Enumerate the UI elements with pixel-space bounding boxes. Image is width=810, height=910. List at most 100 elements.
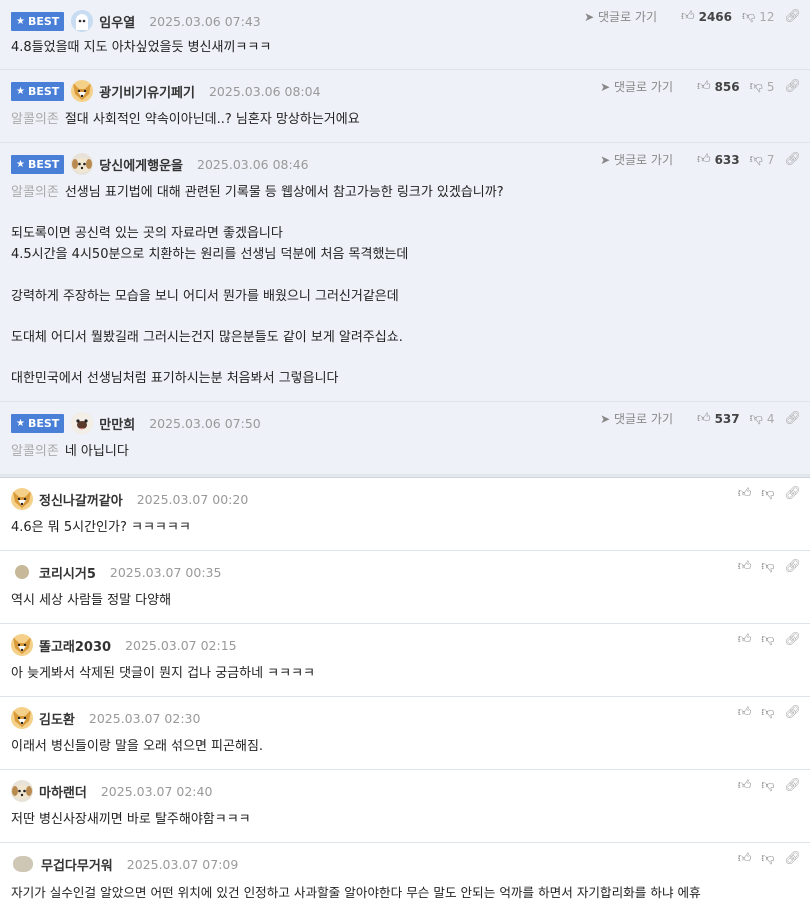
like-button[interactable]: 👍︎ bbox=[738, 851, 752, 866]
like-button[interactable]: 👍︎ bbox=[738, 778, 752, 793]
dog-avatar-icon bbox=[73, 83, 92, 100]
link-icon: 🔗︎ bbox=[784, 778, 801, 793]
dislike-button[interactable]: 👎︎ 5 bbox=[750, 79, 775, 94]
like-button[interactable]: 👍︎ bbox=[738, 632, 752, 647]
dog-avatar-icon bbox=[13, 637, 31, 654]
avatar[interactable] bbox=[11, 634, 33, 656]
best-badge: ★ BEST bbox=[11, 11, 65, 31]
thumbs-down-icon: 👎︎ bbox=[761, 705, 775, 720]
nickname[interactable]: 광기비기유기페기 bbox=[99, 82, 195, 101]
link-icon: 🔗︎ bbox=[784, 79, 801, 94]
link-button[interactable]: 🔗︎ bbox=[784, 559, 801, 574]
star-icon: ★ bbox=[16, 15, 25, 27]
dislike-button[interactable]: 👎︎ bbox=[761, 705, 774, 720]
like-button[interactable]: 👍︎ 2466 bbox=[681, 9, 732, 24]
link-icon: 🔗︎ bbox=[784, 851, 801, 866]
thumbs-up-icon: 👍︎ bbox=[737, 778, 752, 793]
avatar[interactable] bbox=[11, 488, 33, 510]
link-icon: 🔗︎ bbox=[784, 632, 801, 647]
nickname[interactable]: 당신에게행운을 bbox=[99, 155, 183, 174]
avatar[interactable] bbox=[15, 565, 29, 579]
nickname[interactable]: 김도환 bbox=[39, 709, 75, 728]
avatar[interactable] bbox=[71, 80, 94, 102]
avatar[interactable] bbox=[71, 153, 94, 175]
thumbs-up-icon: 👍︎ bbox=[737, 559, 752, 574]
nickname[interactable]: 정신나갈꺼같아 bbox=[39, 490, 123, 509]
reply-link[interactable]: ➤ 댓글로 가기 bbox=[584, 8, 657, 25]
thumbs-up-icon: 👍︎ bbox=[681, 9, 695, 24]
like-button[interactable]: 👍︎ 633 bbox=[697, 152, 740, 167]
avatar[interactable] bbox=[71, 10, 94, 32]
dislike-button[interactable]: 👎︎ bbox=[761, 632, 774, 647]
like-button[interactable]: 👍︎ bbox=[738, 486, 752, 501]
reply-link[interactable]: ➤ 댓글로 가기 bbox=[600, 151, 673, 168]
link-icon: 🔗︎ bbox=[784, 9, 801, 24]
like-button[interactable]: 👍︎ 537 bbox=[697, 411, 740, 426]
dislike-count: 5 bbox=[766, 79, 775, 94]
like-button[interactable]: 👍︎ 856 bbox=[697, 79, 740, 94]
link-icon: 🔗︎ bbox=[784, 559, 801, 574]
dislike-count: 7 bbox=[766, 152, 775, 167]
dislike-button[interactable]: 👎︎ 12 bbox=[742, 9, 774, 24]
avatar[interactable] bbox=[11, 707, 33, 729]
link-button[interactable]: 🔗︎ bbox=[784, 9, 801, 24]
link-button[interactable]: 🔗︎ bbox=[784, 411, 801, 426]
like-button[interactable]: 👍︎ bbox=[738, 559, 752, 574]
best-badge: ★ BEST bbox=[11, 154, 65, 174]
thumbs-down-icon: 👎︎ bbox=[749, 79, 763, 94]
nickname[interactable]: 만만희 bbox=[99, 414, 135, 433]
avatar[interactable] bbox=[71, 412, 94, 434]
dislike-button[interactable]: 👎︎ bbox=[761, 851, 774, 866]
comment: 코리시거5 2025.03.07 00:35 👍︎ 👎︎ 🔗︎ 역시 세상 사람… bbox=[0, 551, 810, 624]
thumbs-up-icon: 👍︎ bbox=[737, 632, 752, 647]
dislike-button[interactable]: 👎︎ bbox=[761, 559, 774, 574]
link-button[interactable]: 🔗︎ bbox=[784, 705, 801, 720]
dislike-button[interactable]: 👎︎ bbox=[761, 486, 774, 501]
nickname[interactable]: 임우열 bbox=[99, 12, 135, 31]
send-icon: ➤ bbox=[600, 412, 611, 426]
reply-label: 댓글로 가기 bbox=[613, 153, 673, 167]
thumbs-down-icon: 👎︎ bbox=[749, 152, 763, 167]
ghost-avatar-icon bbox=[71, 10, 94, 32]
link-button[interactable]: 🔗︎ bbox=[784, 632, 801, 647]
comment-text: 자기가 실수인걸 알았으면 어떤 위치에 있건 인정하고 사과할줄 알아야한다 … bbox=[11, 885, 701, 900]
dislike-button[interactable]: 👎︎ bbox=[761, 778, 774, 793]
link-button[interactable]: 🔗︎ bbox=[784, 152, 801, 167]
best-label: BEST bbox=[27, 416, 60, 430]
nickname[interactable]: 무겁다무거워 bbox=[41, 855, 113, 874]
link-button[interactable]: 🔗︎ bbox=[784, 778, 801, 793]
dislike-button[interactable]: 👎︎ 4 bbox=[750, 411, 775, 426]
reply-link[interactable]: ➤ 댓글로 가기 bbox=[600, 410, 673, 427]
link-button[interactable]: 🔗︎ bbox=[784, 79, 801, 94]
comment-date: 2025.03.06 07:50 bbox=[149, 415, 261, 431]
comment-text: 네 아닙니다 bbox=[64, 444, 129, 459]
pug-avatar-icon bbox=[72, 413, 93, 433]
thumbs-down-icon: 👎︎ bbox=[761, 632, 775, 647]
comment-date: 2025.03.07 02:15 bbox=[125, 637, 237, 653]
comment-section: ★ BEST 임우열 2025.03.06 07:43 ➤ 댓글로 가기 👍︎ 24… bbox=[0, 0, 810, 910]
nickname[interactable]: 마하랜더 bbox=[39, 782, 87, 801]
thumbs-down-icon: 👎︎ bbox=[761, 851, 775, 866]
thumbs-down-icon: 👎︎ bbox=[742, 9, 756, 24]
best-badge: ★ BEST bbox=[11, 81, 65, 101]
reply-label: 댓글로 가기 bbox=[613, 412, 673, 426]
comment: 무겁다무거워 2025.03.07 07:09 👍︎ 👎︎ 🔗︎ 자기가 실수인… bbox=[0, 843, 810, 910]
nickname[interactable]: 코리시거5 bbox=[39, 563, 96, 582]
dislike-count: 12 bbox=[759, 9, 775, 24]
comment: 똘고래2030 2025.03.07 02:15 👍︎ 👎︎ 🔗︎ 아 늦게봐서… bbox=[0, 624, 810, 697]
avatar[interactable] bbox=[11, 780, 33, 802]
comment-text: 4.8들었을때 지도 아차싶었을듯 병신새끼ㅋㅋㅋ bbox=[11, 40, 272, 55]
like-button[interactable]: 👍︎ bbox=[738, 705, 752, 720]
best-comment: ★ BEST 만만희 2025.03.06 07:50 ➤ 댓글로 가기 👍︎ 53… bbox=[0, 402, 810, 475]
user-title: 알콜의존 bbox=[11, 112, 59, 127]
link-button[interactable]: 🔗︎ bbox=[784, 851, 801, 866]
reply-label: 댓글로 가기 bbox=[613, 80, 673, 94]
nickname[interactable]: 똘고래2030 bbox=[39, 636, 111, 655]
link-button[interactable]: 🔗︎ bbox=[784, 486, 801, 501]
user-title: 알콜의존 bbox=[11, 444, 59, 459]
dislike-button[interactable]: 👎︎ 7 bbox=[750, 152, 775, 167]
thumbs-up-icon: 👍︎ bbox=[737, 705, 752, 720]
comment-text: 이래서 병신들이랑 말을 오래 섞으면 피곤해짐. bbox=[11, 739, 264, 754]
avatar[interactable] bbox=[13, 856, 33, 872]
reply-link[interactable]: ➤ 댓글로 가기 bbox=[600, 78, 673, 95]
